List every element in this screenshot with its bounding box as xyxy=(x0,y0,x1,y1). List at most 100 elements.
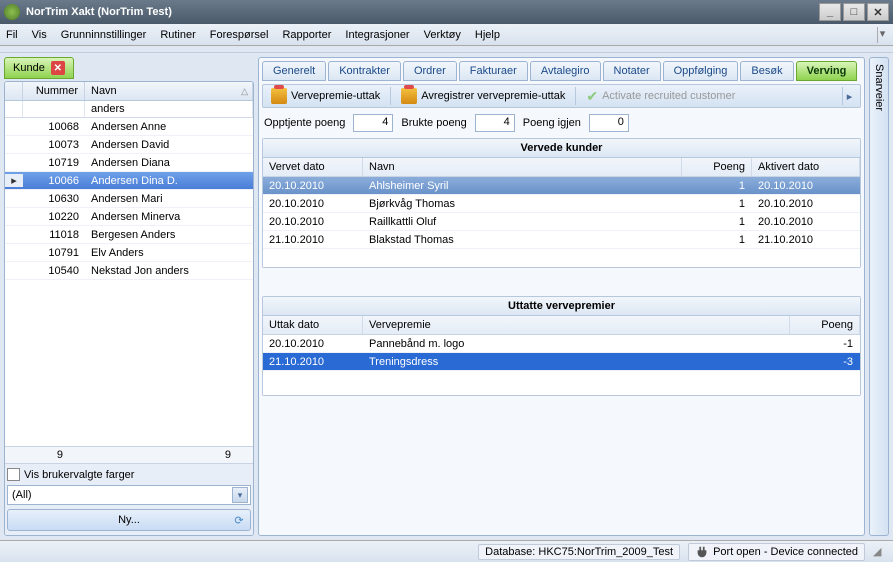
ny-button-label: Ny... xyxy=(118,514,140,526)
cell-navn: Andersen Minerva xyxy=(85,211,253,223)
tab-notater[interactable]: Notater xyxy=(603,61,661,81)
grid-selector-header[interactable] xyxy=(5,82,23,100)
table-row[interactable]: 10073Andersen David xyxy=(5,136,253,154)
cell-poeng: 1 xyxy=(682,234,752,246)
activate-recruited-button: ✔ Activate recruited customer xyxy=(582,87,739,105)
vervede-col-poeng[interactable]: Poeng xyxy=(682,158,752,176)
menu-vis[interactable]: Vis xyxy=(32,29,47,41)
menu-grunninnstillinger[interactable]: Grunninnstillinger xyxy=(61,29,147,41)
cell-nummer: 10068 xyxy=(23,121,85,133)
status-database: Database: HKC75:NorTrim_2009_Test xyxy=(478,544,680,560)
table-row[interactable]: 10220Andersen Minerva xyxy=(5,208,253,226)
table-row[interactable]: 10540Nekstad Jon anders xyxy=(5,262,253,280)
tab-ordrer[interactable]: Ordrer xyxy=(403,61,457,81)
table-row[interactable]: 10068Andersen Anne xyxy=(5,118,253,136)
cell-poeng: 1 xyxy=(682,198,752,210)
vervepremie-uttak-button[interactable]: Vervepremie-uttak xyxy=(267,86,384,106)
table-row[interactable]: 10630Andersen Mari xyxy=(5,190,253,208)
resize-grip-icon[interactable]: ◢ xyxy=(873,545,887,559)
status-port: Port open - Device connected xyxy=(688,543,865,561)
cell-poeng: 1 xyxy=(682,180,752,192)
vervede-title: Vervede kunder xyxy=(263,139,860,158)
close-tab-icon[interactable]: ✕ xyxy=(51,61,65,75)
detail-box: GenereltKontrakterOrdrerFakturaerAvtaleg… xyxy=(258,57,865,536)
cell-navn: Andersen Mari xyxy=(85,193,253,205)
tab-fakturaer[interactable]: Fakturaer xyxy=(459,61,528,81)
menu-integrasjoner[interactable]: Integrasjoner xyxy=(345,29,409,41)
menu-hjelp[interactable]: Hjelp xyxy=(475,29,500,41)
cell-dato: 20.10.2010 xyxy=(263,198,363,210)
left-bottom-controls: Vis brukervalgte farger (All) ▾ Ny... ⟳ xyxy=(5,463,253,535)
separator xyxy=(390,87,391,105)
workspace: Kunde ✕ Nummer Navn △ anders 10068Anders… xyxy=(0,53,893,540)
minimize-button[interactable]: _ xyxy=(819,3,841,21)
cell-navn: Ahlsheimer Syril xyxy=(363,180,682,192)
vervede-rows: 20.10.2010Ahlsheimer Syril120.10.201020.… xyxy=(263,177,860,267)
chevron-down-icon[interactable]: ▾ xyxy=(232,487,248,503)
verving-toolbar: Vervepremie-uttak Avregistrer vervepremi… xyxy=(262,84,861,108)
points-row: Opptjente poeng 4 Brukte poeng 4 Poeng i… xyxy=(264,114,859,132)
cell-dato: 20.10.2010 xyxy=(263,338,363,350)
vis-brukervalgte-checkbox[interactable] xyxy=(7,468,20,481)
table-row[interactable]: 10719Andersen Diana xyxy=(5,154,253,172)
table-row[interactable]: 11018Bergesen Anders xyxy=(5,226,253,244)
table-row[interactable]: 20.10.2010Raillkattli Oluf120.10.2010 xyxy=(263,213,860,231)
table-row[interactable]: 21.10.2010Treningsdress-3 xyxy=(263,353,860,371)
row-indicator-icon: ▸ xyxy=(5,174,23,187)
brukte-label: Brukte poeng xyxy=(401,117,466,129)
cell-navn: Andersen Dina D. xyxy=(85,175,253,187)
vervede-col-aktivert[interactable]: Aktivert dato xyxy=(752,158,860,176)
table-row[interactable]: 20.10.2010Pannebånd m. logo-1 xyxy=(263,335,860,353)
footer-count-navn: 9 xyxy=(85,447,253,463)
vervede-col-dato[interactable]: Vervet dato xyxy=(263,158,363,176)
window-title: NorTrim Xakt (NorTrim Test) xyxy=(26,6,817,18)
cell-premie: Treningsdress xyxy=(363,356,790,368)
filter-navn[interactable]: anders xyxy=(85,101,253,117)
cell-dato: 20.10.2010 xyxy=(263,180,363,192)
opptjente-value[interactable]: 4 xyxy=(353,114,393,132)
grid-header-navn[interactable]: Navn △ xyxy=(85,82,253,100)
table-row[interactable]: 20.10.2010Bjørkvåg Thomas120.10.2010 xyxy=(263,195,860,213)
maximize-button[interactable]: □ xyxy=(843,3,865,21)
tab-avtalegiro[interactable]: Avtalegiro xyxy=(530,61,601,81)
table-row[interactable]: 21.10.2010Blakstad Thomas121.10.2010 xyxy=(263,231,860,249)
cell-nummer: 10540 xyxy=(23,265,85,277)
uttatte-col-poeng[interactable]: Poeng xyxy=(790,316,860,334)
menu-rapporter[interactable]: Rapporter xyxy=(282,29,331,41)
filter-combo[interactable]: (All) ▾ xyxy=(7,485,251,505)
brukte-value[interactable]: 4 xyxy=(475,114,515,132)
table-row[interactable]: ▸10066Andersen Dina D. xyxy=(5,172,253,190)
uttatte-col-premie[interactable]: Vervepremie xyxy=(363,316,790,334)
menu-overflow-icon[interactable]: ▾ xyxy=(877,27,887,43)
uttatte-col-dato[interactable]: Uttak dato xyxy=(263,316,363,334)
tab-generelt[interactable]: Generelt xyxy=(262,61,326,81)
menu-verktoy[interactable]: Verktøy xyxy=(424,29,461,41)
grid-header-nummer[interactable]: Nummer xyxy=(23,82,85,100)
ny-button[interactable]: Ny... ⟳ xyxy=(7,509,251,531)
refresh-icon[interactable]: ⟳ xyxy=(230,511,248,529)
cell-navn: Blakstad Thomas xyxy=(363,234,682,246)
uttatte-header: Uttak dato Vervepremie Poeng xyxy=(263,316,860,335)
menu-rutiner[interactable]: Rutiner xyxy=(160,29,195,41)
menu-fil[interactable]: Fil xyxy=(6,29,18,41)
snarveier-panel[interactable]: Snarveier xyxy=(869,57,889,536)
uttatte-rows: 20.10.2010Pannebånd m. logo-121.10.2010T… xyxy=(263,335,860,395)
cell-nummer: 10073 xyxy=(23,139,85,151)
cell-nummer: 10066 xyxy=(23,175,85,187)
tab-besøk[interactable]: Besøk xyxy=(740,61,793,81)
tab-kontrakter[interactable]: Kontrakter xyxy=(328,61,401,81)
cell-aktivert: 20.10.2010 xyxy=(752,216,860,228)
table-row[interactable]: 20.10.2010Ahlsheimer Syril120.10.2010 xyxy=(263,177,860,195)
igjen-value[interactable]: 0 xyxy=(589,114,629,132)
filter-nummer[interactable] xyxy=(23,101,85,117)
kunde-tab[interactable]: Kunde ✕ xyxy=(4,57,74,79)
toolbar-overflow-icon[interactable]: ▸ xyxy=(842,87,856,105)
close-button[interactable]: ✕ xyxy=(867,3,889,21)
cell-aktivert: 21.10.2010 xyxy=(752,234,860,246)
tab-oppfølging[interactable]: Oppfølging xyxy=(663,61,739,81)
vervede-col-navn[interactable]: Navn xyxy=(363,158,682,176)
table-row[interactable]: 10791Elv Anders xyxy=(5,244,253,262)
tab-verving[interactable]: Verving xyxy=(796,61,858,81)
avregistrer-button[interactable]: Avregistrer vervepremie-uttak xyxy=(397,86,569,106)
menu-foresporsel[interactable]: Forespørsel xyxy=(210,29,269,41)
